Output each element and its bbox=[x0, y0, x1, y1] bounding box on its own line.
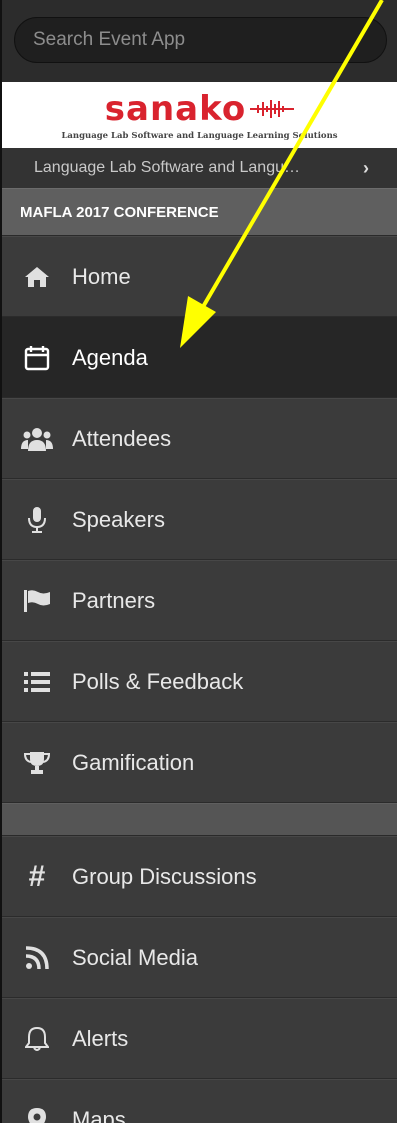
menu-item-speakers[interactable]: Speakers bbox=[2, 479, 397, 560]
search-input[interactable]: Search Event App bbox=[14, 17, 387, 63]
sponsor-banner[interactable]: sanako Language Lab Software and Languag… bbox=[2, 82, 397, 148]
logo-tagline: Language Lab Software and Language Learn… bbox=[61, 131, 338, 141]
side-menu: Search Event App sanako Language Lab Sof… bbox=[0, 0, 397, 1123]
menu-item-alerts[interactable]: Alerts bbox=[2, 998, 397, 1079]
bell-icon bbox=[2, 1026, 72, 1052]
sound-wave-icon bbox=[250, 100, 295, 118]
sanako-logo: sanako bbox=[104, 89, 295, 129]
menu-item-label: Group Discussions bbox=[72, 863, 257, 889]
microphone-icon bbox=[2, 506, 72, 534]
list-icon bbox=[2, 671, 72, 693]
trophy-icon bbox=[2, 751, 72, 775]
menu-item-label: Speakers bbox=[72, 506, 165, 532]
menu-item-partners[interactable]: Partners bbox=[2, 560, 397, 641]
map-marker-icon bbox=[2, 1107, 72, 1123]
menu-item-label: Polls & Feedback bbox=[72, 668, 244, 694]
menu-item-label: Attendees bbox=[72, 425, 172, 451]
menu-item-label: Partners bbox=[72, 587, 156, 613]
menu-item-label: Home bbox=[72, 263, 131, 289]
menu-item-attendees[interactable]: Attendees bbox=[2, 398, 397, 479]
home-icon bbox=[2, 266, 72, 288]
chevron-right-icon: › bbox=[363, 158, 369, 178]
logo-text: sanako bbox=[104, 89, 247, 129]
section-header: MAFLA 2017 CONFERENCE bbox=[2, 188, 397, 236]
menu-item-social-media[interactable]: Social Media bbox=[2, 917, 397, 998]
hashtag-icon: # bbox=[28, 859, 46, 893]
menu-item-label: Alerts bbox=[72, 1025, 129, 1051]
search-bar: Search Event App bbox=[2, 0, 397, 82]
menu-item-gamification[interactable]: Gamification bbox=[2, 722, 397, 803]
menu-item-home[interactable]: Home bbox=[2, 236, 397, 317]
flag-icon bbox=[2, 589, 72, 613]
menu-divider bbox=[2, 803, 397, 836]
rss-icon bbox=[2, 945, 72, 970]
menu-item-label: Gamification bbox=[72, 749, 195, 775]
calendar-icon bbox=[2, 345, 72, 371]
menu-item-polls[interactable]: Polls & Feedback bbox=[2, 641, 397, 722]
menu-item-group-discussions[interactable]: # Group Discussions bbox=[2, 836, 397, 917]
sponsor-label: Language Lab Software and Langu… bbox=[34, 159, 300, 176]
menu-item-label: Maps bbox=[72, 1106, 126, 1123]
menu-item-agenda[interactable]: Agenda bbox=[2, 317, 397, 398]
sponsor-link[interactable]: Language Lab Software and Langu… › bbox=[2, 148, 397, 188]
users-icon bbox=[2, 427, 72, 451]
menu-item-label: Agenda bbox=[72, 344, 148, 370]
menu-item-maps[interactable]: Maps bbox=[2, 1079, 397, 1123]
menu-item-label: Social Media bbox=[72, 944, 198, 970]
